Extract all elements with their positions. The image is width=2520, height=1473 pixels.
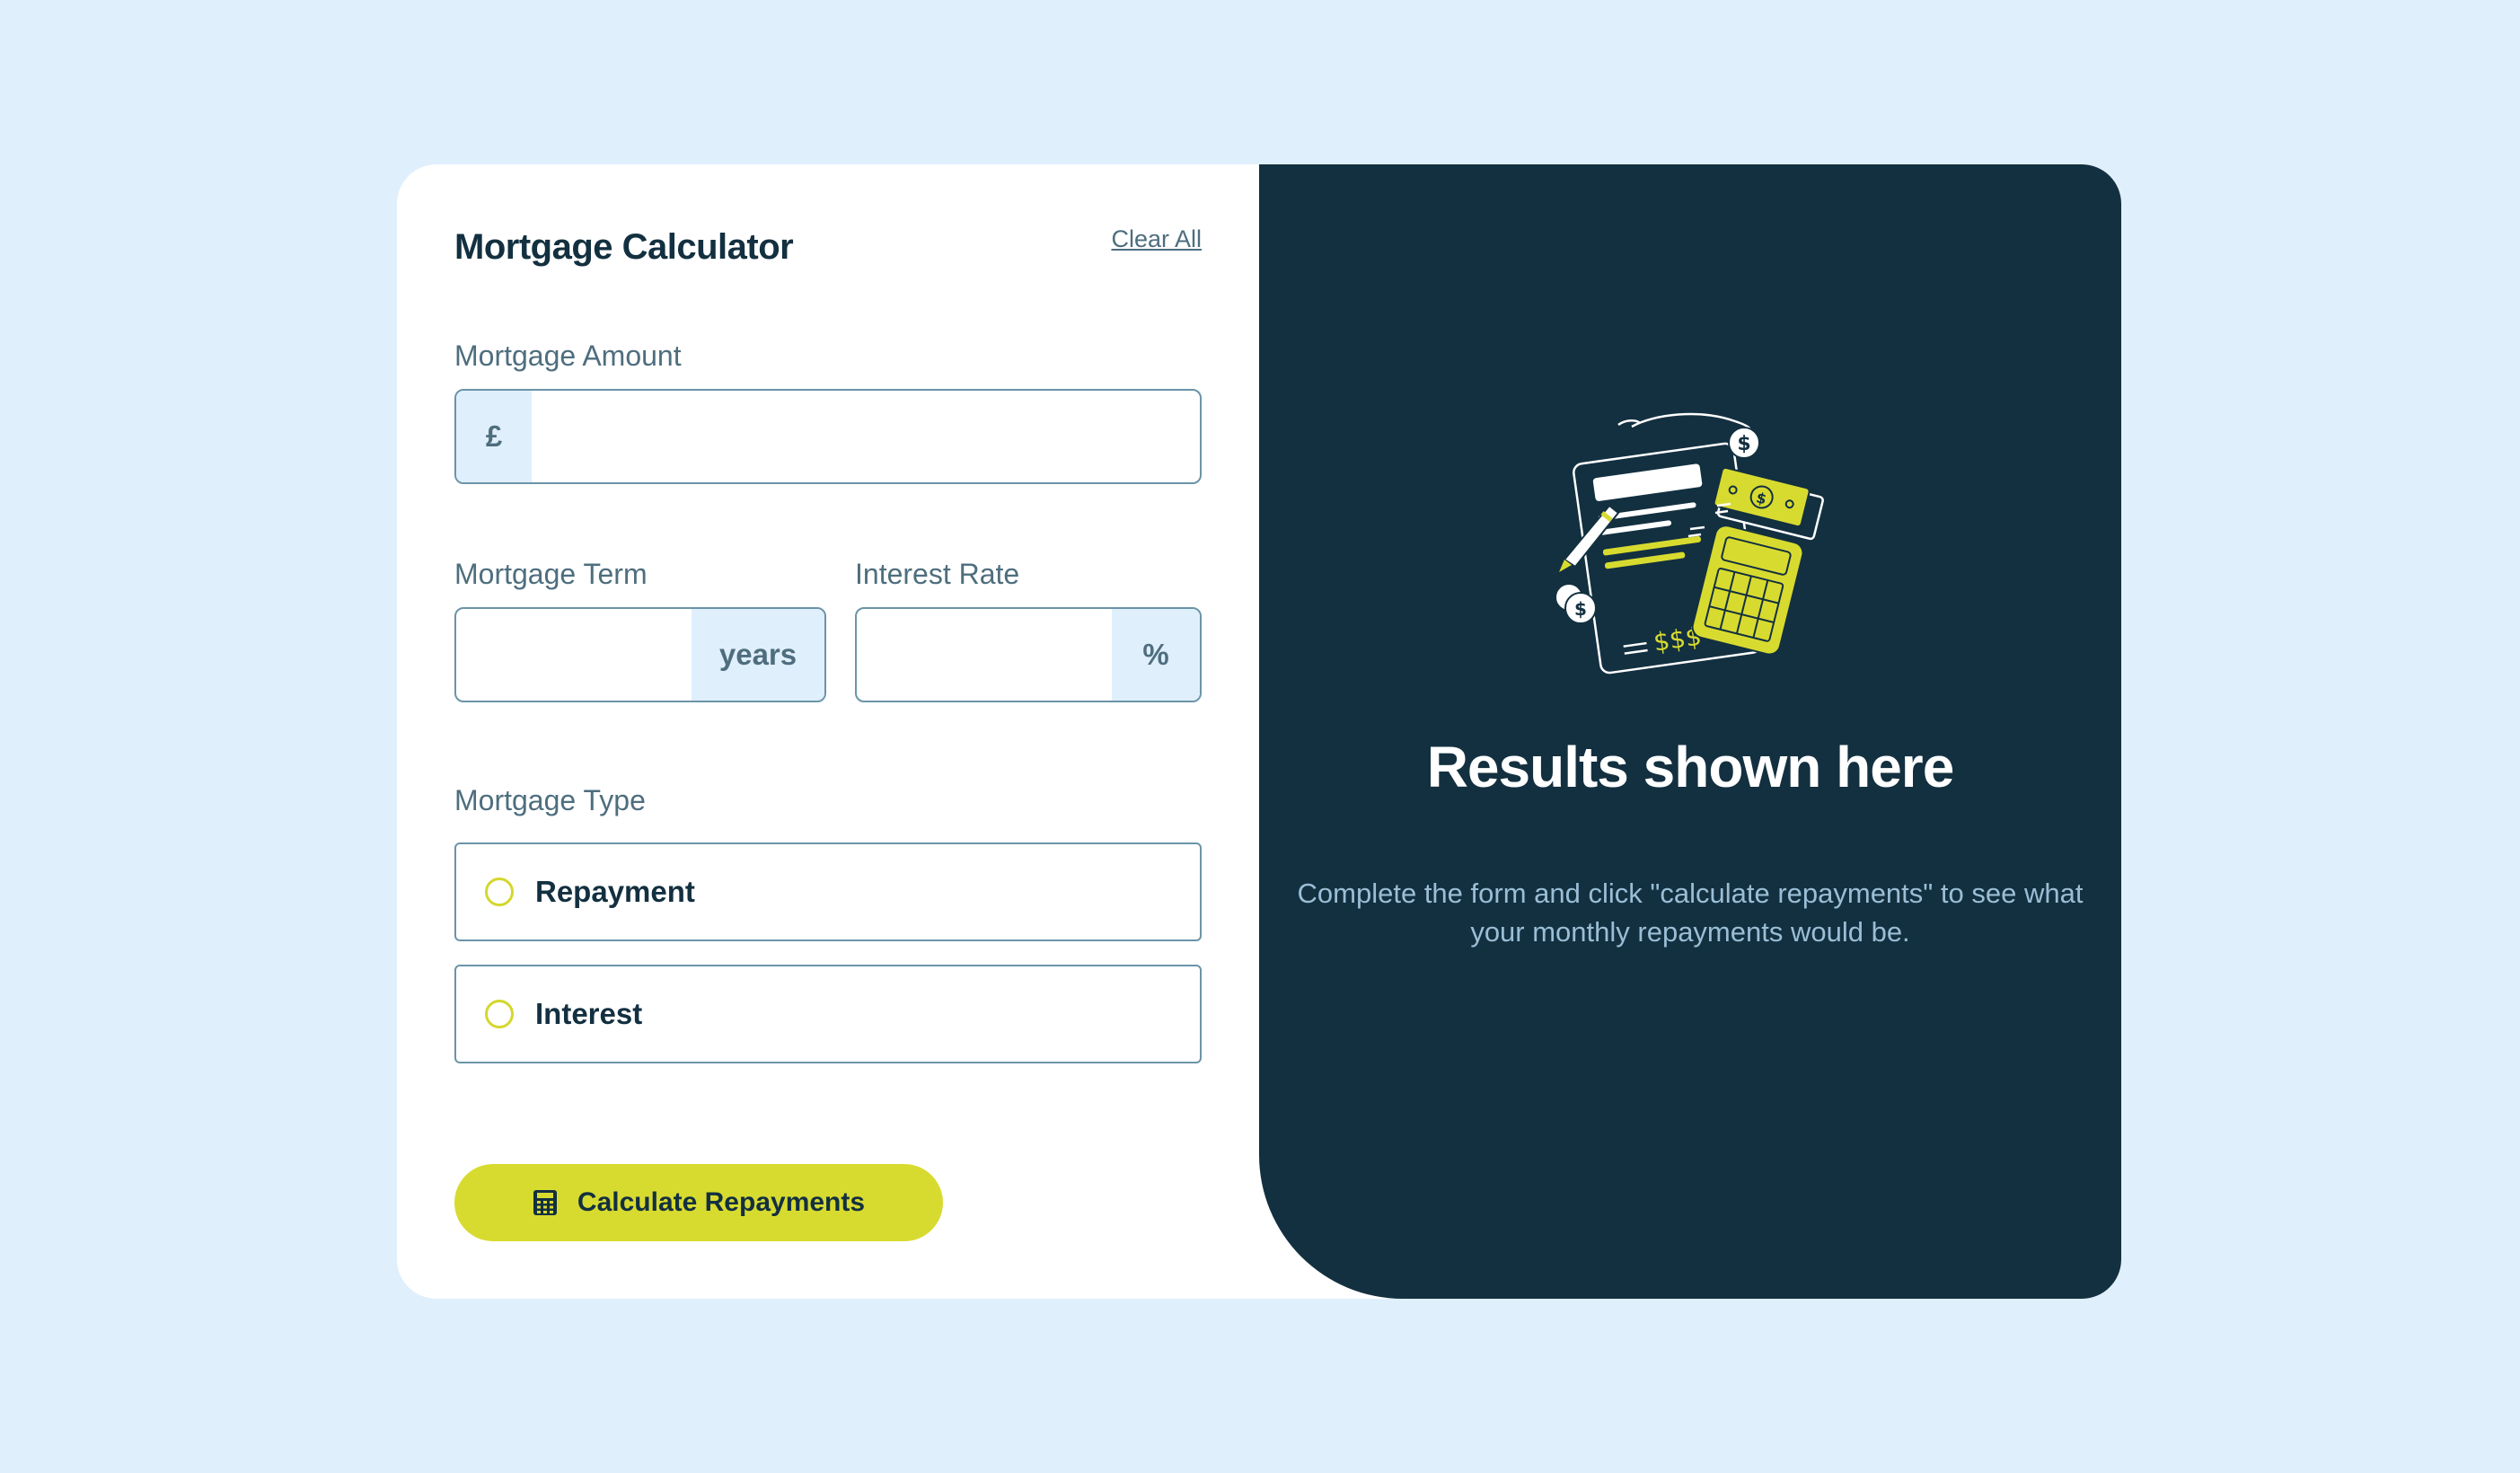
results-heading: Results shown here [1426,735,1955,799]
mortgage-term-group: Mortgage Term years [454,558,826,702]
radio-label-repayment: Repayment [535,875,695,908]
mortgage-amount-label: Mortgage Amount [454,340,682,372]
mortgage-term-input[interactable] [456,609,692,701]
radio-option-repayment[interactable]: Repayment [454,842,1202,941]
clear-all-link[interactable]: Clear All [1111,225,1202,253]
mortgage-term-field: years [454,607,826,702]
form-panel: Mortgage Calculator Clear All Mortgage A… [397,164,1259,1299]
interest-rate-label: Interest Rate [855,558,1020,590]
mortgage-calculator-card: Mortgage Calculator Clear All Mortgage A… [397,164,2121,1299]
radio-option-interest[interactable]: Interest [454,965,1202,1063]
svg-text:$: $ [1737,433,1750,455]
mortgage-amount-field: £ [454,389,1202,484]
radio-button-repayment[interactable] [485,878,514,906]
calculate-repayments-label: Calculate Repayments [577,1187,866,1217]
mortgage-type-label: Mortgage Type [454,784,646,816]
percent-suffix: % [1112,609,1200,701]
results-panel: $$$ $ $ $ Results shown here Complete th… [1259,164,2121,1299]
calculator-icon [533,1190,557,1215]
interest-rate-field: % [855,607,1202,702]
interest-rate-input[interactable] [857,609,1112,701]
finance-illustration-icon: $$$ $ $ $ [1555,412,1824,675]
mortgage-amount-input[interactable] [532,391,1200,482]
mortgage-type-group: Mortgage Type Repayment Interest [454,784,1202,1087]
currency-prefix: £ [456,391,532,482]
mortgage-term-label: Mortgage Term [454,558,648,590]
mortgage-amount-group: Mortgage Amount £ [454,340,1202,484]
radio-label-interest: Interest [535,997,643,1030]
years-suffix: years [692,609,824,701]
svg-text:$: $ [1574,598,1587,620]
interest-rate-group: Interest Rate % [855,558,1202,702]
radio-button-interest[interactable] [485,1000,514,1028]
calculate-repayments-button[interactable]: Calculate Repayments [454,1164,943,1241]
form-header: Mortgage Calculator Clear All [454,222,1202,303]
results-empty-message: Complete the form and click "calculate r… [1297,878,2084,948]
page-title: Mortgage Calculator [454,227,794,267]
